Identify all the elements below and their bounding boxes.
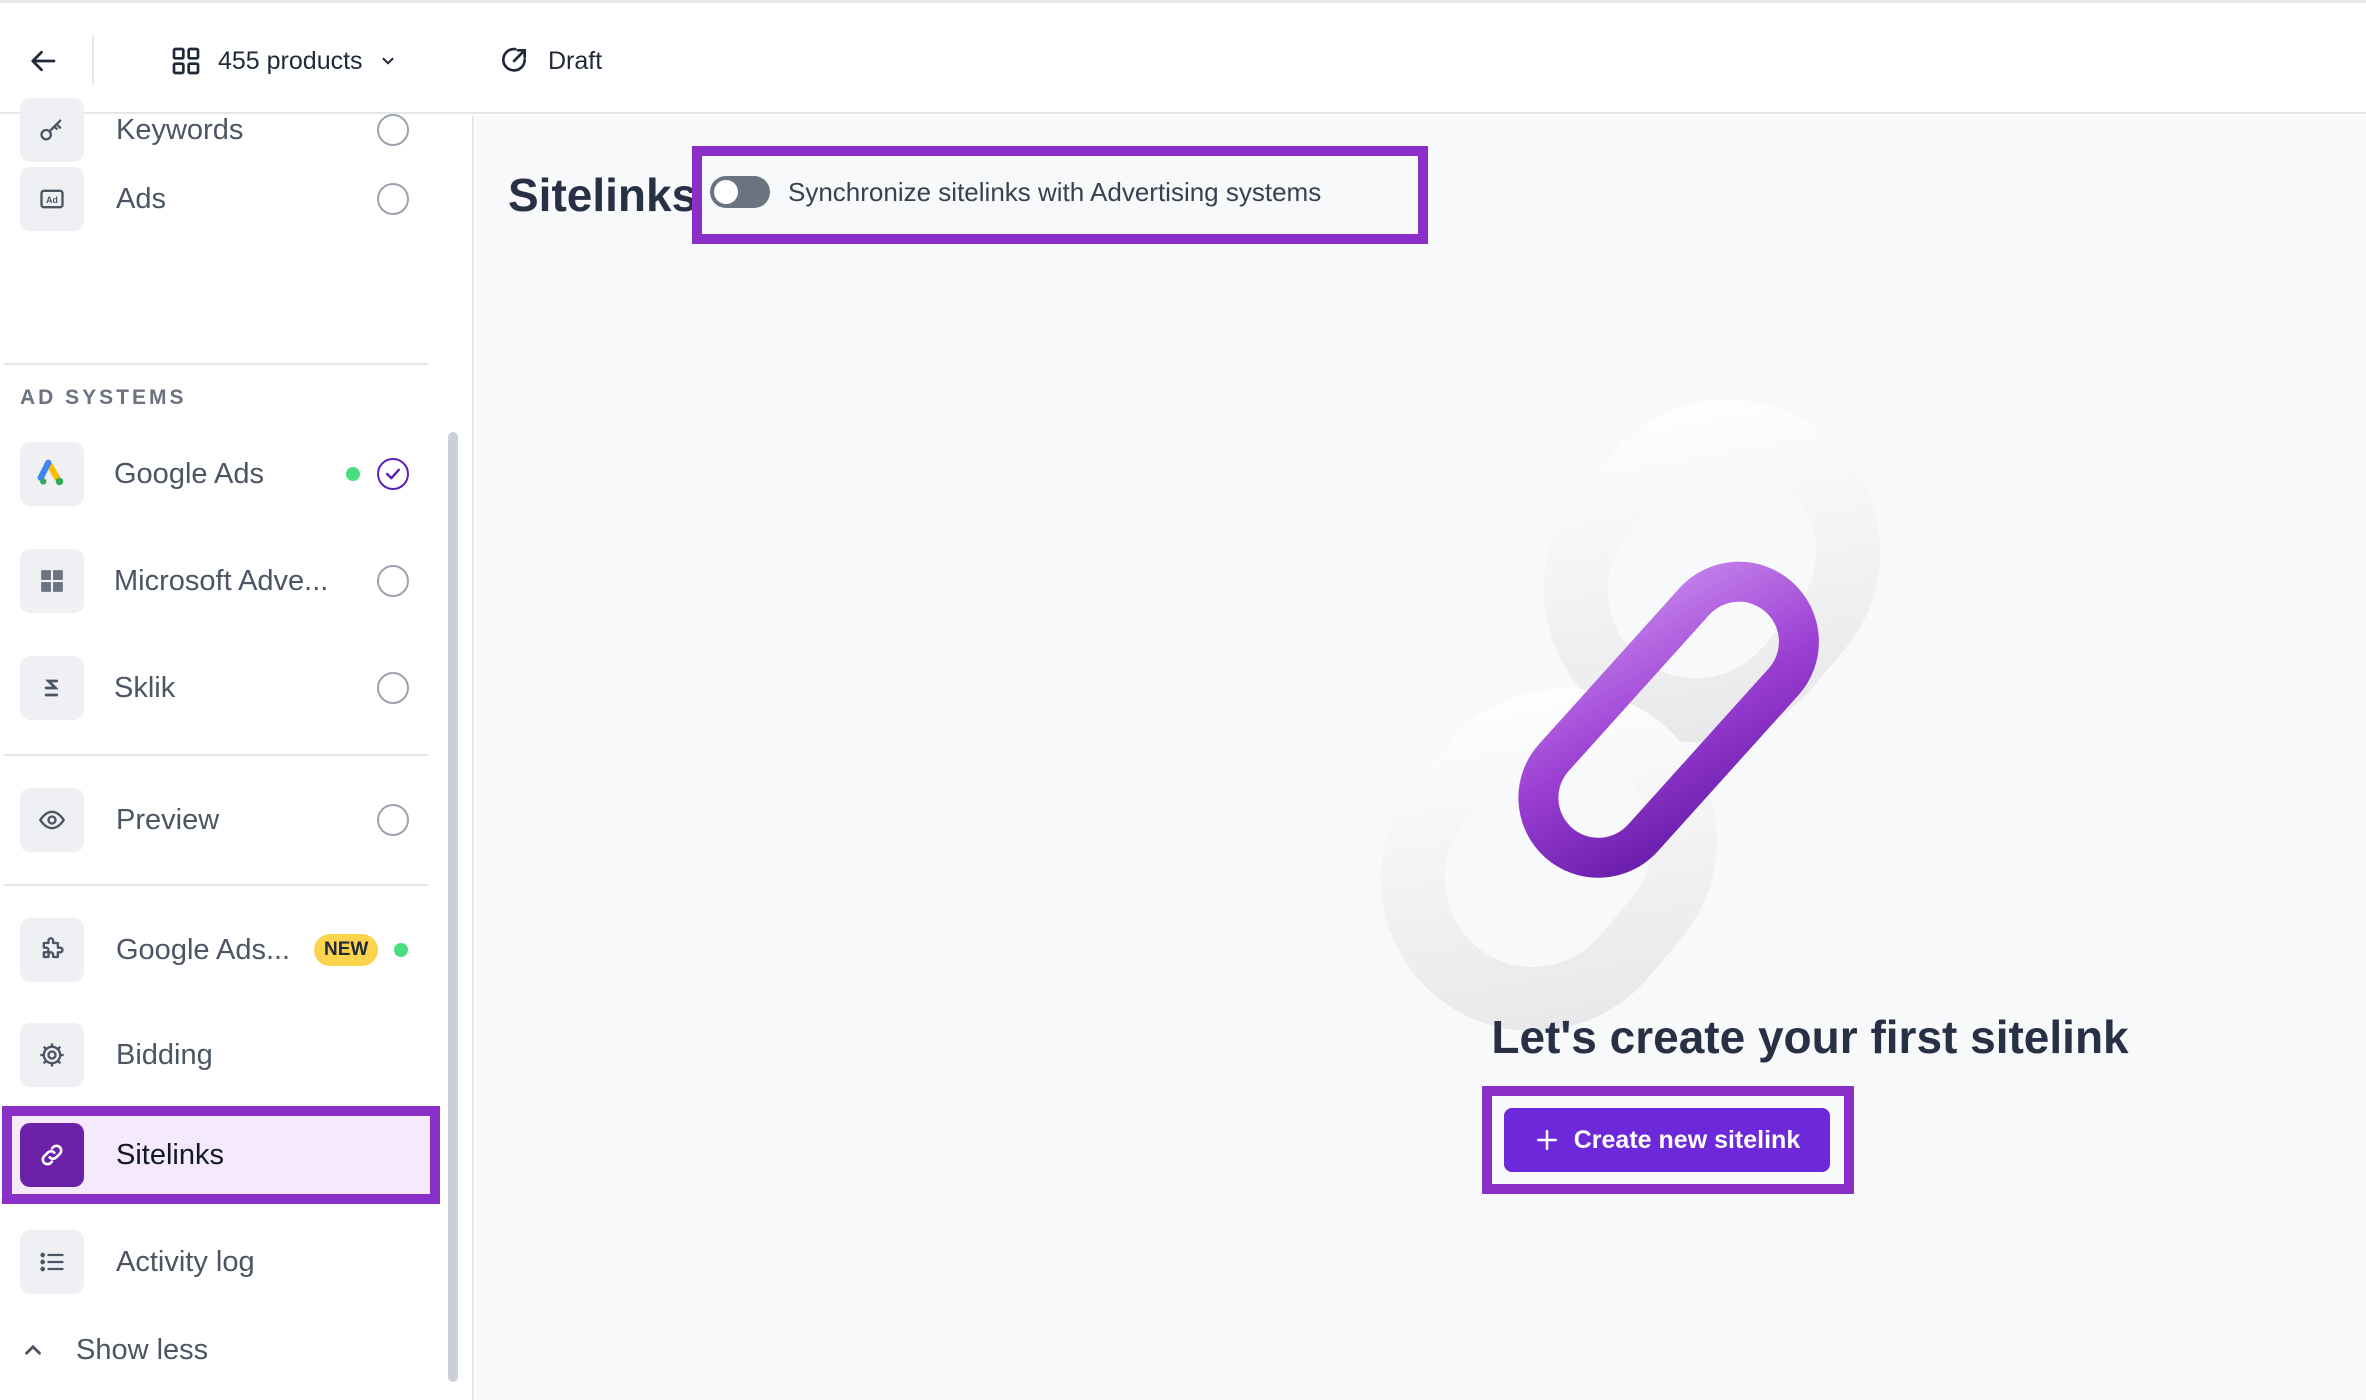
sidebar-item-google-ads[interactable]: Google Ads [0, 428, 440, 520]
divider [4, 754, 428, 756]
puzzle-icon [20, 918, 84, 982]
sidebar-scrollbar[interactable] [448, 432, 458, 1382]
new-badge: NEW [314, 934, 379, 966]
show-less-button[interactable]: Show less [20, 1328, 208, 1372]
sidebar-item-label: Sklik [114, 671, 176, 704]
plus-icon [1536, 1130, 1557, 1150]
sidebar-item-label: Preview [116, 803, 220, 836]
status-radio[interactable] [377, 565, 409, 597]
chain-link-illustration [1380, 399, 1881, 1031]
sidebar-item-ads[interactable]: Ad Ads [0, 153, 440, 245]
status-label: Draft [548, 46, 603, 75]
sidebar-item-label: Activity log [116, 1245, 255, 1278]
empty-state-title: Let's create your first sitelink [1491, 1011, 2129, 1063]
chevron-down-icon [382, 57, 394, 65]
edit-target-icon [502, 47, 527, 72]
draft-status: Draft [498, 41, 602, 81]
check-icon [385, 468, 401, 480]
sidebar-item-label: Keywords [116, 113, 244, 146]
sidebar-item-label: Google Ads... [116, 933, 291, 966]
toggle-switch[interactable] [710, 176, 770, 208]
svg-text:Ad: Ad [46, 195, 58, 205]
sidebar-item-label: Bidding [116, 1038, 213, 1071]
sync-toggle-label: Synchronize sitelinks with Advertising s… [788, 176, 1322, 207]
sidebar-item-microsoft-advertising[interactable]: Microsoft Adve... [0, 535, 440, 627]
google-ads-logo-icon [20, 442, 84, 506]
grid-icon [172, 47, 200, 75]
sidebar-item-label: Ads [116, 182, 166, 215]
sidebar: Keywords Ad Ads AD SYSTEMS Google Ads Mi… [0, 98, 474, 1400]
sidebar-item-label: Sitelinks [116, 1138, 224, 1171]
divider [4, 884, 428, 886]
sidebar-item-label: Microsoft Adve... [114, 564, 329, 597]
eye-icon [20, 788, 84, 852]
gear-icon [20, 1023, 84, 1087]
main-content: Sitelinks Synchronize sitelinks with Adv… [476, 116, 2366, 1400]
active-status-dot [346, 467, 360, 481]
sidebar-item-sklik[interactable]: Sklik [0, 642, 440, 734]
status-radio-checked[interactable] [377, 458, 409, 490]
divider [4, 363, 428, 365]
microsoft-logo-icon [20, 549, 84, 613]
sidebar-item-bidding[interactable]: Bidding [0, 1009, 440, 1101]
ad-icon: Ad [20, 167, 84, 231]
sidebar-item-google-ads-extension[interactable]: Google Ads... NEW [0, 904, 440, 996]
page-title: Sitelinks [508, 169, 698, 221]
active-status-dot [394, 943, 408, 957]
show-less-label: Show less [76, 1333, 209, 1366]
divider [92, 35, 94, 85]
sidebar-item-activity-log[interactable]: Activity log [0, 1216, 440, 1308]
sklik-logo-icon [20, 656, 84, 720]
sidebar-item-label: Google Ads [114, 457, 264, 490]
sync-toggle[interactable]: Synchronize sitelinks with Advertising s… [710, 176, 1321, 208]
section-label: AD SYSTEMS [20, 386, 187, 409]
status-radio[interactable] [377, 114, 409, 146]
sidebar-item-preview[interactable]: Preview [0, 774, 440, 866]
chevron-up-icon [25, 1344, 41, 1355]
create-sitelink-label: Create new sitelink [1573, 1125, 1801, 1154]
create-sitelink-button[interactable]: Create new sitelink [1504, 1108, 1830, 1172]
sidebar-item-sitelinks[interactable]: Sitelinks [12, 1116, 432, 1194]
toggle-knob [714, 180, 738, 204]
back-button[interactable] [24, 41, 64, 81]
status-radio[interactable] [377, 183, 409, 215]
arrow-left-icon [31, 50, 56, 72]
link-icon [20, 1123, 84, 1187]
products-dropdown[interactable]: 455 products [170, 41, 397, 81]
status-radio[interactable] [377, 804, 409, 836]
status-radio[interactable] [377, 672, 409, 704]
list-icon [20, 1230, 84, 1294]
products-label: 455 products [218, 46, 363, 75]
